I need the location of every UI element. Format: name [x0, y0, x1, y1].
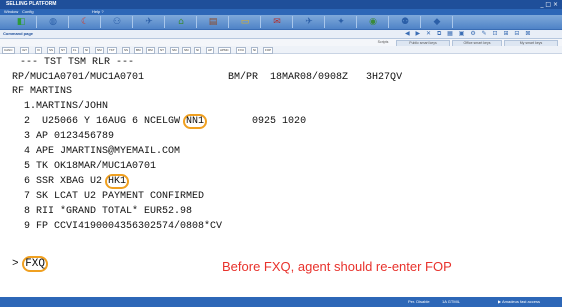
toolbar-button-2[interactable]: ◍ [38, 16, 69, 28]
pin-icon: ✦ [337, 17, 345, 27]
key-apmc-17[interactable]: APMC [218, 47, 231, 54]
toolbar-button-1[interactable]: ◧ [6, 16, 37, 28]
toolbar-button-7[interactable]: ▤ [198, 16, 229, 28]
key-ap-16[interactable]: AP [206, 47, 215, 54]
key-fxu-18[interactable]: FXU [236, 47, 246, 54]
terminal-line-name: 1.MARTINS/JOHN [12, 101, 109, 112]
terminal-line-sk: 7 SK LCAT U2 PAYMENT CONFIRMED [12, 191, 205, 202]
key-ni-19[interactable]: NI [251, 47, 258, 54]
book-icon: ▤ [208, 17, 218, 27]
key-fop-20[interactable]: FOP [263, 47, 274, 54]
people2-icon: ⚉ [400, 17, 410, 27]
ssr-text: 6 SSR XBAG U2 [12, 176, 109, 187]
status-bar: Per. Disable 1A GTMIL ▶ Amadeus fast acc… [0, 297, 562, 307]
command-page-bar: Command page ◀ ▶ ✕ ⧉ ▦ ▣ ⚙ ✎ ⊡ ⊞ ⊟ ⊠ [0, 30, 562, 39]
terminal-screen[interactable]: --- TST TSM RLR --- RP/MUC1A0701/MUC1A07… [0, 54, 562, 292]
key-rm-11[interactable]: RM [146, 47, 155, 54]
key-sm-13[interactable]: SM [170, 47, 179, 54]
key-xi-2[interactable]: XI [35, 47, 42, 54]
key-ni-15[interactable]: NI [194, 47, 201, 54]
terminal-line-rii: 8 RII *GRAND TOTAL* EUR52.98 [12, 206, 193, 217]
toolbar-button-3[interactable]: ☾ [70, 16, 101, 28]
scripts-tab[interactable]: Scripts [372, 40, 394, 45]
key-ni-6[interactable]: NI [83, 47, 90, 54]
key-ss-9[interactable]: SS [122, 47, 131, 54]
terminal-line-phone: 3 AP 0123456789 [12, 131, 115, 142]
key-sm-14[interactable]: SM [182, 47, 191, 54]
envelope-icon: ✉ [273, 17, 281, 27]
plane2-icon: ✈ [305, 17, 313, 27]
terminal-line-fop: 9 FP CCVI4190004356302574/0808*CV [12, 221, 223, 232]
terminal-line-ticketing: 5 TK OK18MAR/MUC1A0701 [12, 161, 157, 172]
window-controls[interactable]: _ □ × [540, 1, 558, 8]
toolbar-button-9[interactable]: ✉ [262, 16, 293, 28]
moon-icon: ☾ [80, 17, 90, 27]
toolbar-button-10[interactable]: ✈ [294, 16, 325, 28]
toolbar-button-5[interactable]: ✈ [134, 16, 165, 28]
terminal-line-record-locator: RP/MUC1A0701/MUC1A0701 BM/PR 18MAR08/090… [12, 72, 403, 83]
blue-icon: ◆ [433, 17, 441, 27]
green-folder-icon: ◧ [16, 17, 26, 27]
key-nt-12[interactable]: NT [158, 47, 166, 54]
key-fl-5[interactable]: FL [71, 47, 79, 54]
globe-icon: ◍ [49, 17, 57, 27]
terminal-line-ssr: 6 SSR XBAG U2 HK1 [12, 174, 130, 189]
toolbar-button-4[interactable]: ⚇ [102, 16, 133, 28]
plane-icon: ✈ [145, 17, 153, 27]
disk-icon: ◉ [369, 17, 377, 27]
key-nt-4[interactable]: NT [59, 47, 67, 54]
key-bm-10[interactable]: BM [134, 47, 143, 54]
yellow-folder-icon: ▭ [240, 17, 250, 27]
status-fast-access[interactable]: ▶ Amadeus fast access [498, 299, 540, 305]
key-ss-3[interactable]: SS [47, 47, 56, 54]
key-igt-1[interactable]: IGT [20, 47, 29, 54]
segment-times: 0925 1020 [204, 116, 307, 127]
terminal-line-received-from: RF MARTINS [12, 86, 73, 97]
key-nm-7[interactable]: NM [95, 47, 104, 54]
command-page-label: Command page [3, 31, 34, 36]
title-bar: SELLING PLATFORM _ □ × [0, 0, 562, 9]
terminal-line-segment: 2 U25066 Y 16AUG 6 NCELGW NN1 0925 1020 [12, 114, 307, 129]
ssr-status-highlight: HK1 [105, 174, 130, 189]
command-prompt[interactable]: > FXQ [12, 256, 49, 272]
toolbar-button-14[interactable]: ◆ [422, 16, 453, 28]
app-title: SELLING PLATFORM [6, 1, 57, 7]
segment-text: 2 U25066 Y 16AUG 6 NCELGW [12, 116, 187, 127]
status-disable: Per. Disable [408, 299, 430, 304]
command-highlight[interactable]: FXQ [22, 256, 49, 272]
terminal-line-header: --- TST TSM RLR --- [20, 57, 135, 68]
annotation-note: Before FXQ, agent should re-enter FOP [222, 259, 452, 274]
smart-keys-row: Scripts Public smart keys Office smart k… [0, 39, 562, 47]
key-canc-0[interactable]: CANC [2, 47, 15, 54]
status-office: 1A GTMIL [442, 299, 461, 304]
toolbar-button-13[interactable]: ⚉ [390, 16, 421, 28]
toolbar-button-6[interactable]: ⌂ [166, 16, 197, 28]
toolbar-button-8[interactable]: ▭ [230, 16, 261, 28]
people-icon: ⚇ [112, 17, 122, 27]
toolbar: ◧ ◍ ☾ ⚇ ✈ ⌂ ▤ ▭ ✉ ✈ ✦ ◉ ⚉ ◆ [0, 15, 562, 30]
house-icon: ⌂ [178, 17, 184, 27]
key-tkt-8[interactable]: TKT [107, 47, 117, 54]
terminal-line-email: 4 APE JMARTINS@MYEMAIL.COM [12, 146, 181, 157]
toolbar-button-12[interactable]: ◉ [358, 16, 389, 28]
command-bar-icons[interactable]: ◀ ▶ ✕ ⧉ ▦ ▣ ⚙ ✎ ⊡ ⊞ ⊟ ⊠ [405, 30, 532, 38]
function-key-row: CANC IGT XI SS NT FL NI NM TKT SS BM RM NT SM SM NI AP AP… [0, 46, 562, 54]
toolbar-button-11[interactable]: ✦ [326, 16, 357, 28]
